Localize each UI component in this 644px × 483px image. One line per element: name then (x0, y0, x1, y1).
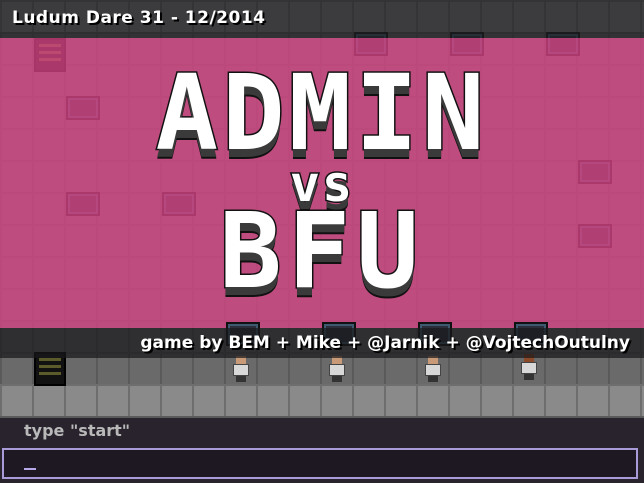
event-subtitle: Ludum Dare 31 - 12/2014 (12, 8, 266, 28)
logo-title-bfu: BFU (218, 190, 425, 312)
game-screen: Ludum Dare 31 - 12/2014 ADMIN vs BFU gam… (0, 0, 644, 483)
command-input[interactable] (2, 448, 638, 479)
command-prompt: type "start" (24, 421, 131, 440)
office-worker-sprite (329, 356, 345, 382)
credits-text: game by BEM + Mike + @Jarnik + @VojtechO… (140, 333, 630, 353)
logo-title-admin: ADMIN (154, 52, 489, 174)
text-cursor (24, 468, 36, 470)
bottom-wall (0, 384, 644, 416)
office-worker-sprite (233, 356, 249, 382)
office-worker-sprite (425, 356, 441, 382)
